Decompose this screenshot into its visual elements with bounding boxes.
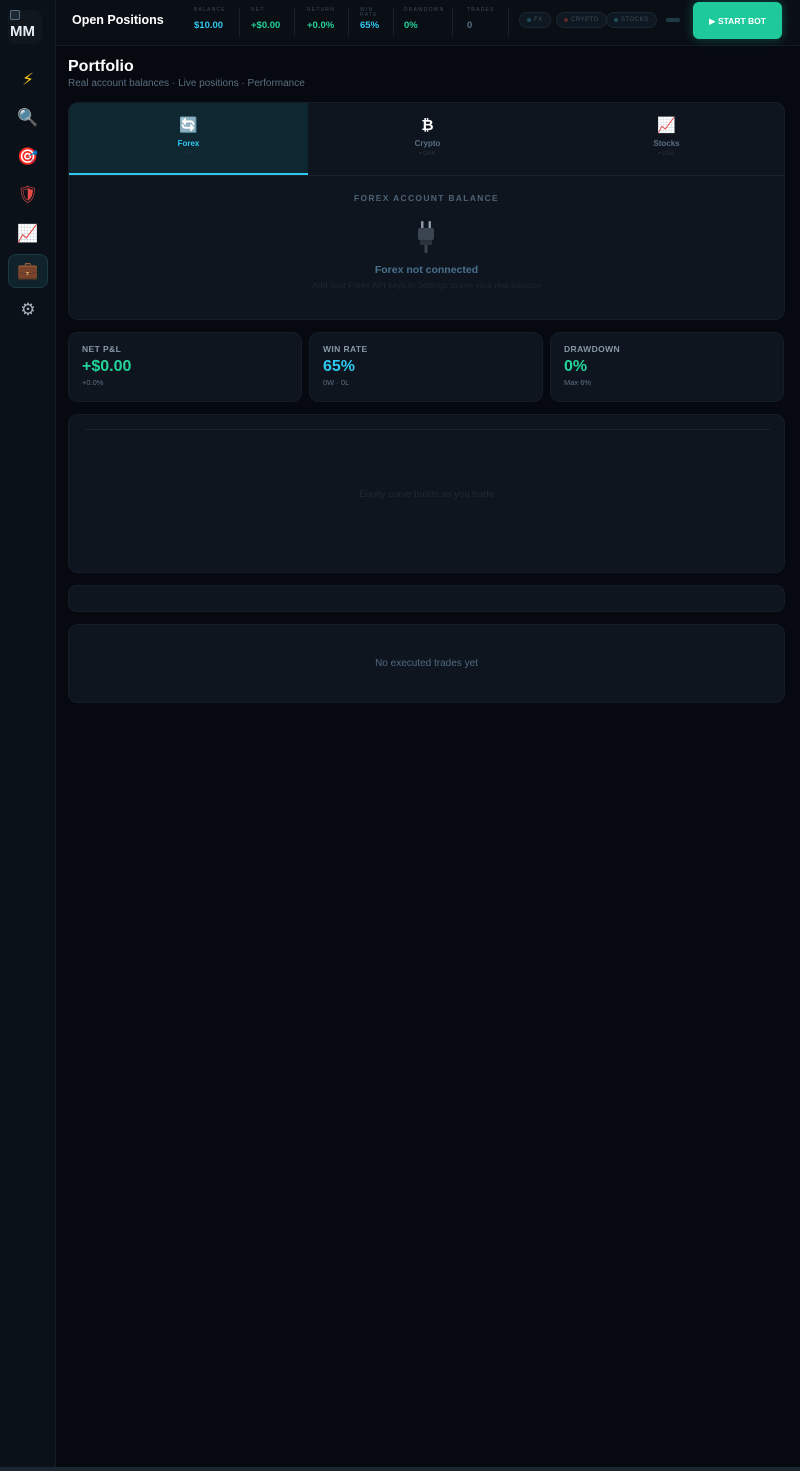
market-pill-crypto[interactable]: CRYPTO [556,12,607,28]
account-card: 🔄 Forex FX ₿ Crypto • OAK 📈 Stocks • USA… [68,102,785,320]
page-subtitle: Real account balances · Live positions ·… [68,78,305,89]
equity-empty-text: Equity curve builds as you trade [359,489,494,500]
stat-net: NET +$0.00 [251,7,281,32]
trades-card: No executed trades yet [68,624,785,703]
shield-icon[interactable]: 🛡 [8,178,48,212]
page-title: Portfolio [68,58,134,75]
metric-win-rate: WIN RATE 65% 0W · 0L [309,332,543,402]
target-icon[interactable]: 🎯 [8,140,48,174]
metric-net-pnl: NET P&L +$0.00 +0.0% [68,332,302,402]
connection-status: Forex not connected [374,264,479,276]
positions-bar [68,585,785,612]
chart-icon[interactable]: 📈 [8,217,48,251]
trades-empty-text: No executed trades yet [375,658,478,669]
equity-curve-card: Equity curve builds as you trade [68,414,785,573]
metric-drawdown: DRAWDOWN 0% Max 6% [550,332,784,402]
stat-trades: TRADES 0 [467,7,495,32]
tab-crypto[interactable]: ₿ Crypto • OAK [308,103,547,175]
stat-return: RETURN +0.0% [307,7,336,32]
stat-win-rate: WIN RATE 65% [360,7,380,32]
market-pill-fx[interactable]: FX [519,12,551,28]
chart-icon: 📈 [657,117,676,134]
plug-icon [418,221,434,253]
market-pill-stocks[interactable]: STOCKS [606,12,657,28]
refresh-icon: 🔄 [179,117,198,134]
connection-hint: Add your Forex API keys in Settings to s… [312,280,541,290]
start-bot-button[interactable]: ▶ START BOT [693,2,782,39]
topbar-title: Open Positions [72,13,164,27]
search-icon[interactable]: 🔍 [8,101,48,135]
tab-forex[interactable]: 🔄 Forex FX [69,103,308,175]
gear-icon[interactable]: ⚙ [8,293,48,327]
balance-title: FOREX ACCOUNT BALANCE [353,193,500,203]
broken-image-icon [10,10,20,20]
sidebar: MM ⚡ 🔍 🎯 🛡 📈 💼 ⚙ [0,0,56,1471]
app-logo[interactable]: MM [8,10,42,44]
briefcase-icon[interactable]: 💼 [8,254,48,288]
top-bar: Open Positions BALANCE $10.00 NET +$0.00… [56,0,800,46]
status-indicator [666,18,680,22]
tab-stocks[interactable]: 📈 Stocks • USA [547,103,784,175]
bolt-icon[interactable]: ⚡ [8,63,48,97]
bitcoin-icon: ₿ [421,117,434,134]
stat-drawdown: DRAWDOWN 0% [404,7,445,32]
stat-balance: BALANCE $10.00 [194,7,226,32]
logo-text: MM [10,23,35,40]
